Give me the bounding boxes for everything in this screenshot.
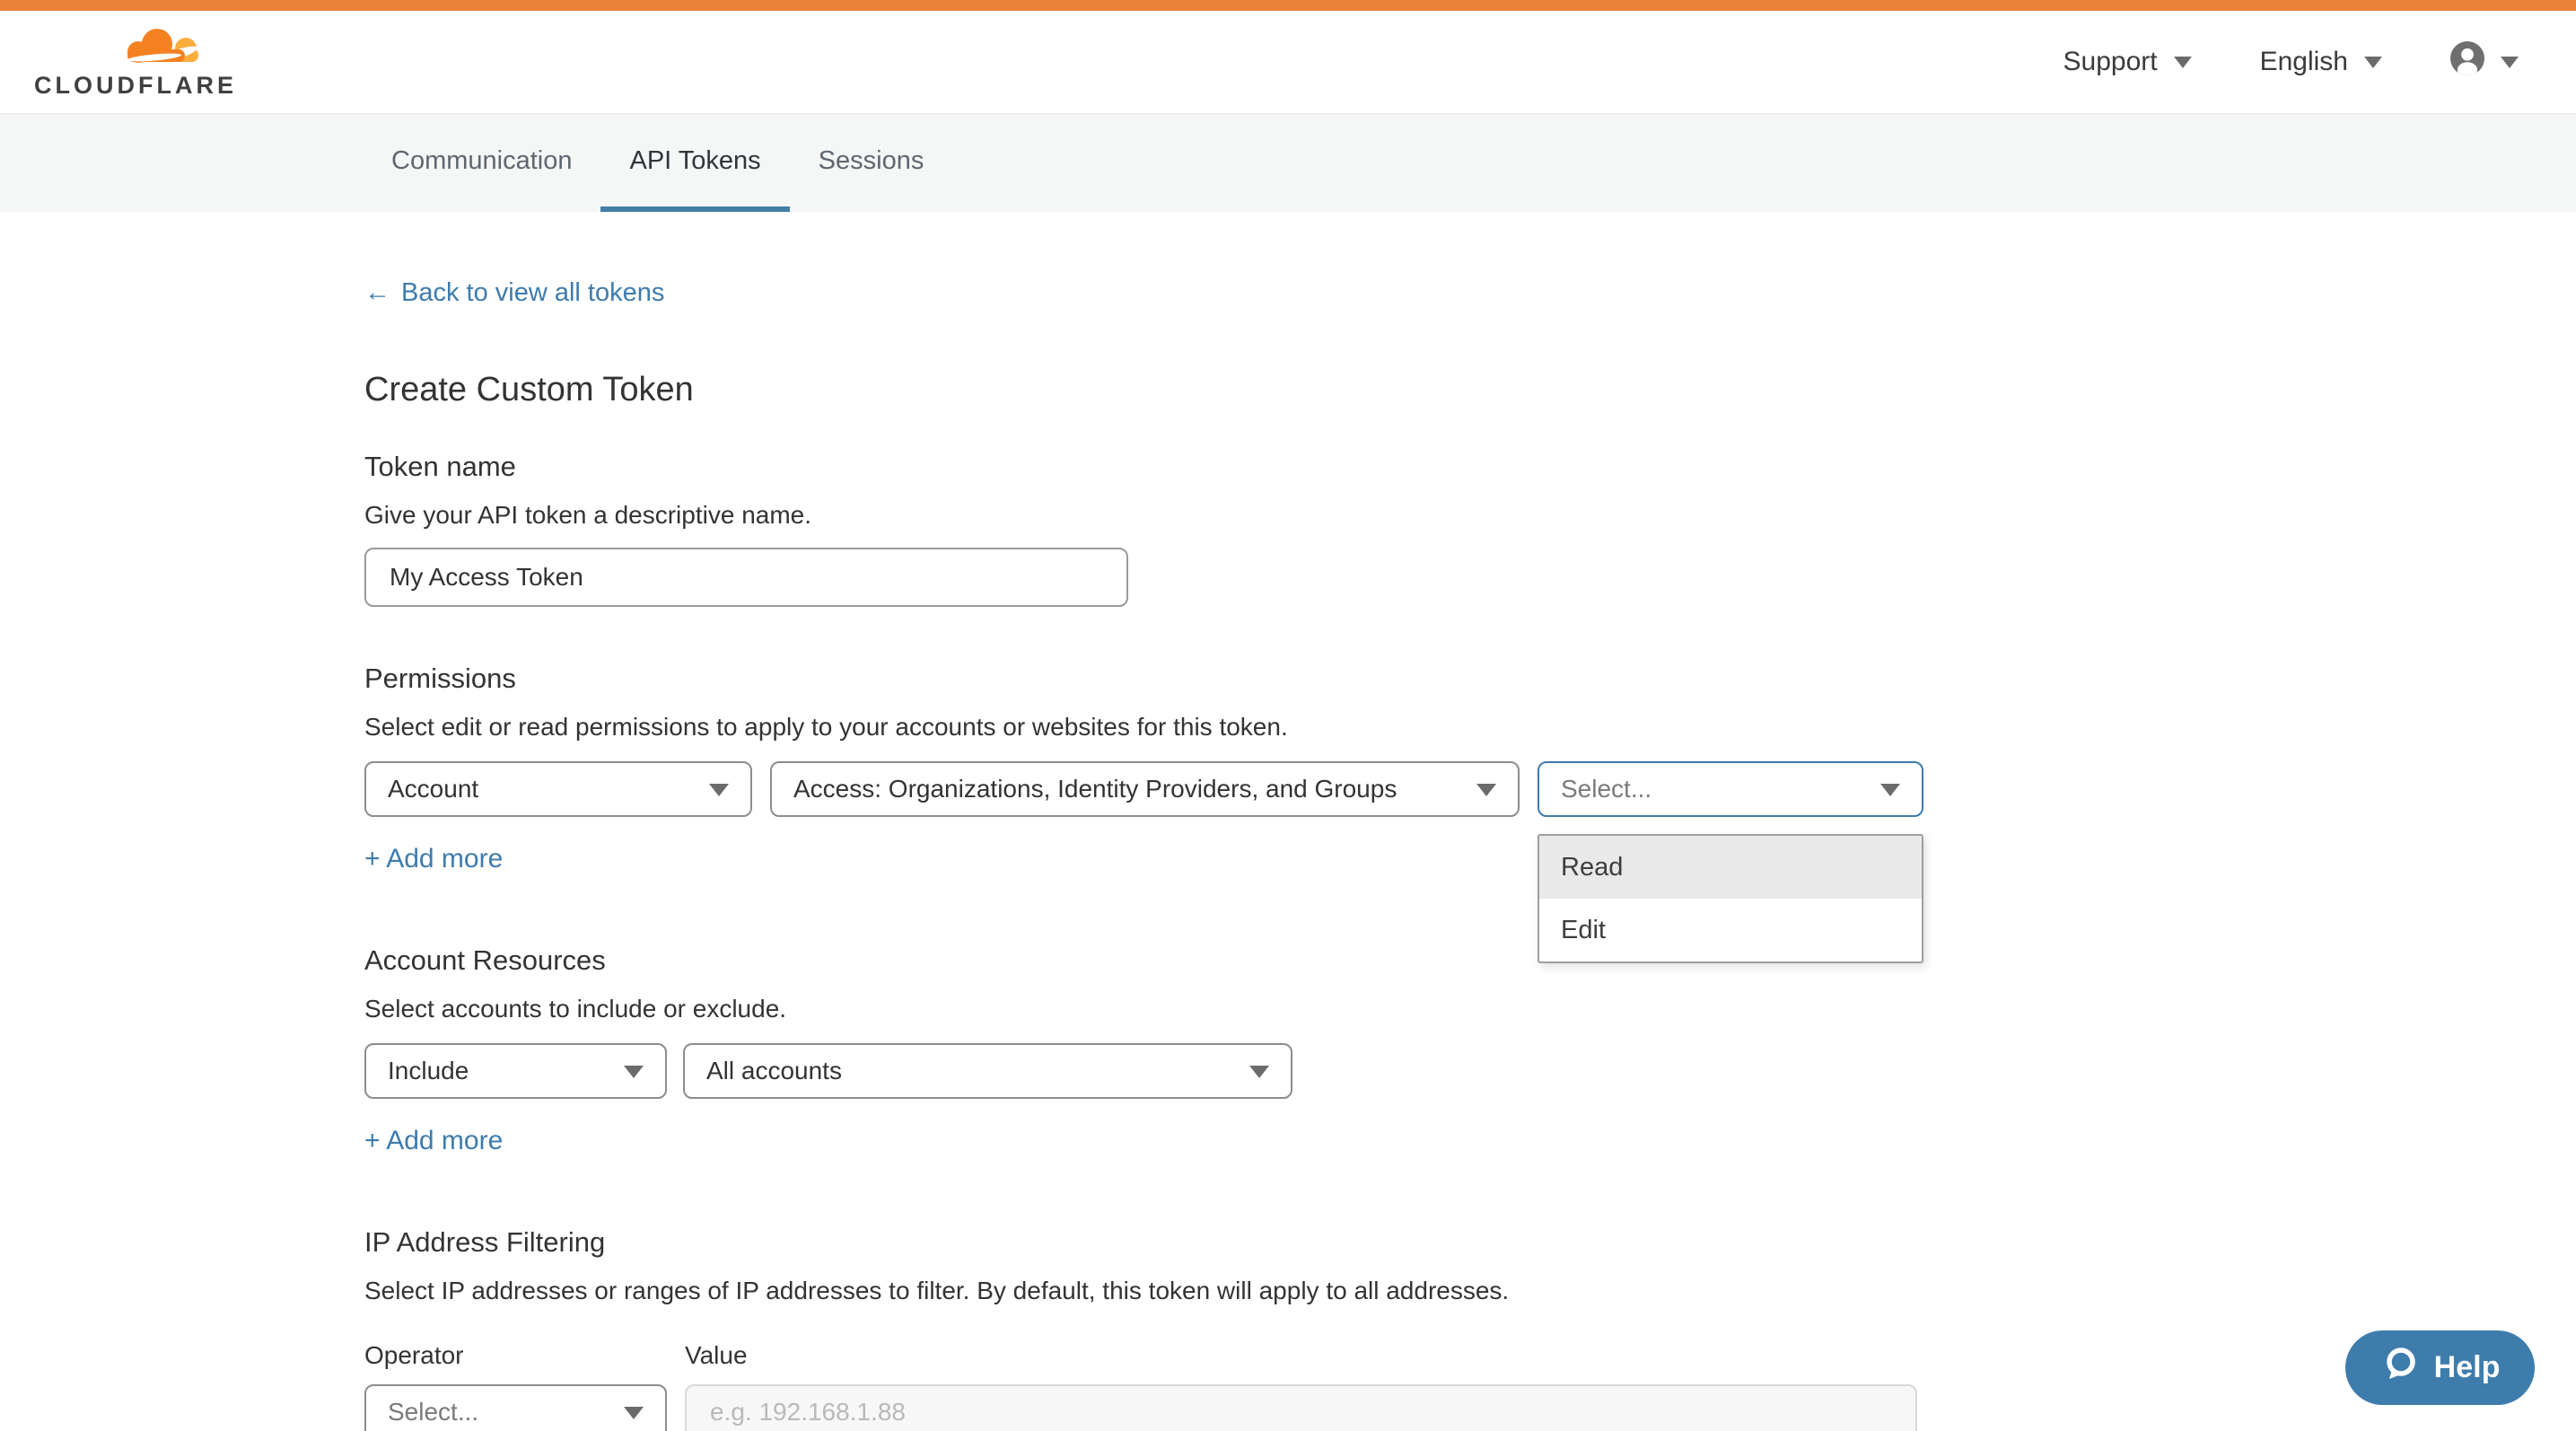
- back-to-tokens-link[interactable]: ← Back to view all tokens: [364, 278, 664, 308]
- account-resources-heading: Account Resources: [364, 944, 2576, 977]
- menu-option-read[interactable]: Read: [1539, 836, 1922, 899]
- token-name-section: Token name Give your API token a descrip…: [364, 451, 2576, 607]
- language-menu-label: English: [2260, 47, 2348, 77]
- permission-level-select[interactable]: Select... Read Edit: [1538, 761, 1923, 817]
- chevron-down-icon: [1880, 784, 1900, 796]
- permission-category-select[interactable]: Account: [364, 761, 752, 817]
- permission-level-placeholder: Select...: [1561, 775, 1652, 803]
- account-resources-description: Select accounts to include or exclude.: [364, 995, 2576, 1023]
- ip-filtering-section: IP Address Filtering Select IP addresses…: [364, 1226, 2576, 1431]
- tab-sessions[interactable]: Sessions: [790, 115, 953, 212]
- token-name-description: Give your API token a descriptive name.: [364, 501, 2576, 530]
- ip-value-input[interactable]: [685, 1384, 1917, 1431]
- app-header: CLOUDFLARE Support English: [0, 11, 2576, 115]
- account-include-value: Include: [388, 1057, 469, 1085]
- chevron-down-icon: [2174, 57, 2192, 68]
- user-avatar-icon: [2450, 41, 2484, 83]
- value-label: Value: [685, 1341, 748, 1370]
- ip-operator-placeholder: Select...: [388, 1398, 478, 1427]
- help-button[interactable]: Help: [2345, 1330, 2535, 1405]
- ip-filtering-description: Select IP addresses or ranges of IP addr…: [364, 1277, 2576, 1305]
- brand-accent-bar: [0, 0, 2576, 11]
- chevron-down-icon: [2364, 57, 2382, 68]
- cloudflare-logo[interactable]: CLOUDFLARE: [34, 27, 237, 98]
- permissions-heading: Permissions: [364, 663, 2576, 695]
- chat-bubble-icon: [2380, 1344, 2420, 1391]
- permission-resource-select[interactable]: Access: Organizations, Identity Provider…: [770, 761, 1520, 817]
- support-menu-label: Support: [2063, 47, 2158, 77]
- help-button-label: Help: [2434, 1350, 2501, 1385]
- chevron-down-icon: [709, 784, 729, 796]
- language-menu[interactable]: English: [2260, 47, 2382, 77]
- operator-label: Operator: [364, 1341, 685, 1370]
- menu-option-edit[interactable]: Edit: [1539, 899, 1922, 961]
- left-arrow-icon: ←: [364, 278, 390, 308]
- permission-level-menu: Read Edit: [1538, 834, 1923, 963]
- back-link-label: Back to view all tokens: [401, 278, 664, 308]
- profile-tabs: Communication API Tokens Sessions: [0, 115, 2576, 212]
- support-menu[interactable]: Support: [2063, 47, 2192, 77]
- permission-resource-value: Access: Organizations, Identity Provider…: [793, 775, 1397, 803]
- token-name-input[interactable]: [364, 548, 1128, 607]
- account-resources-add-more-link[interactable]: + Add more: [364, 1126, 503, 1156]
- ip-operator-select[interactable]: Select...: [364, 1384, 667, 1431]
- tab-api-tokens[interactable]: API Tokens: [600, 115, 789, 212]
- chevron-down-icon: [1249, 1066, 1269, 1078]
- account-scope-value: All accounts: [706, 1057, 842, 1085]
- chevron-down-icon: [624, 1407, 644, 1419]
- account-scope-select[interactable]: All accounts: [683, 1043, 1292, 1099]
- create-token-form: ← Back to view all tokens Create Custom …: [0, 212, 2576, 1431]
- account-resources-section: Account Resources Select accounts to inc…: [364, 944, 2576, 1156]
- account-include-select[interactable]: Include: [364, 1043, 667, 1099]
- cloudflare-wordmark: CLOUDFLARE: [34, 74, 237, 98]
- permission-category-value: Account: [388, 775, 478, 803]
- chevron-down-icon: [624, 1066, 644, 1078]
- chevron-down-icon: [1476, 784, 1496, 796]
- cloudflare-cloud-icon: [34, 27, 206, 72]
- permissions-add-more-link[interactable]: + Add more: [364, 844, 503, 874]
- account-menu[interactable]: [2450, 41, 2519, 83]
- chevron-down-icon: [2501, 57, 2519, 68]
- ip-filtering-heading: IP Address Filtering: [364, 1226, 2576, 1259]
- header-nav: Support English: [2063, 41, 2519, 83]
- token-name-heading: Token name: [364, 451, 2576, 483]
- permissions-section: Permissions Select edit or read permissi…: [364, 663, 2576, 874]
- permissions-description: Select edit or read permissions to apply…: [364, 713, 2576, 742]
- page-title: Create Custom Token: [364, 371, 2576, 409]
- tab-communication[interactable]: Communication: [363, 115, 600, 212]
